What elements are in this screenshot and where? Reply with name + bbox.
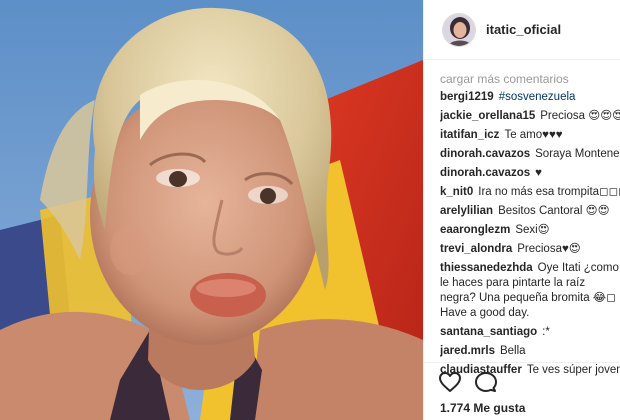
comment-item: k_nit0 Ira no más esa trompita◻◻◻◻ [440,185,620,200]
comment-text: Preciosa 😍😍😍😍 [540,110,620,122]
comment-item: arelylilian Besitos Cantoral 😍😍 [440,204,620,219]
header-username[interactable]: itatic_oficial [486,22,561,37]
avatar[interactable] [442,12,476,47]
comment-item: dinorah.cavazos ♥ [440,166,620,181]
comment-text: ♥ [535,167,542,179]
post-photo[interactable] [0,0,423,420]
comment-text: Te amo♥♥♥ [504,129,563,141]
comment-hashtag[interactable]: #sosvenezuela [499,91,576,103]
post-actions [424,362,620,392]
comment-text: Preciosa♥😍 [517,243,581,255]
comment-username[interactable]: thiessanedezhda [440,262,533,274]
selfie-image [0,0,423,420]
heart-icon[interactable] [438,371,462,393]
comment-username[interactable]: jared.mrls [440,345,495,357]
comment-item: dinorah.cavazos Soraya Montenegro [440,147,620,162]
post-side-panel: itatic_oficial cargar más comentarios be… [424,0,620,420]
comment-item: itatifan_icz Te amo♥♥♥ [440,128,620,143]
comment-username[interactable]: itatifan_icz [440,129,499,141]
comment-username[interactable]: dinorah.cavazos [440,148,530,160]
comment-username[interactable]: santana_santiago [440,326,537,338]
comment-item: jackie_orellana15 Preciosa 😍😍😍😍 [440,109,620,124]
comment-bubble-icon[interactable] [474,371,498,393]
comment-username[interactable]: eaaronglezm [440,224,510,236]
comment-username[interactable]: k_nit0 [440,186,473,198]
instagram-post: itatic_oficial cargar más comentarios be… [0,0,620,420]
load-more-comments-link[interactable]: cargar más comentarios [440,70,620,88]
comment-text: Besitos Cantoral 😍😍 [498,205,610,217]
likes-count[interactable]: 1.774 Me gusta [440,401,525,415]
comment-item: bergi1219 #sosvenezuela [440,90,620,105]
comment-item: trevi_alondra Preciosa♥😍 [440,242,620,257]
comment-username[interactable]: bergi1219 [440,91,494,103]
comment-username[interactable]: arelylilian [440,205,493,217]
comment-item: eaaronglezm Sexi😍 [440,223,620,238]
avatar-image [443,13,475,46]
post-header: itatic_oficial [424,0,620,60]
comment-text: Ira no más esa trompita◻◻◻◻ [478,186,620,198]
comment-text: :* [542,326,550,338]
comment-text: Bella [499,345,526,357]
comment-username[interactable]: dinorah.cavazos [440,167,530,179]
comment-text: Sexi😍 [515,224,550,236]
comments-list: cargar más comentarios bergi1219 #sosvene… [440,70,620,382]
comment-username[interactable]: trevi_alondra [440,243,512,255]
comment-username[interactable]: jackie_orellana15 [440,110,535,122]
comment-item: thiessanedezhda Oye Itati ¿como le haces … [440,261,620,321]
comment-item: santana_santiago :* [440,325,620,340]
comment-text: Soraya Montenegro [535,148,620,160]
comment-item: jared.mrls Bella [440,344,620,359]
